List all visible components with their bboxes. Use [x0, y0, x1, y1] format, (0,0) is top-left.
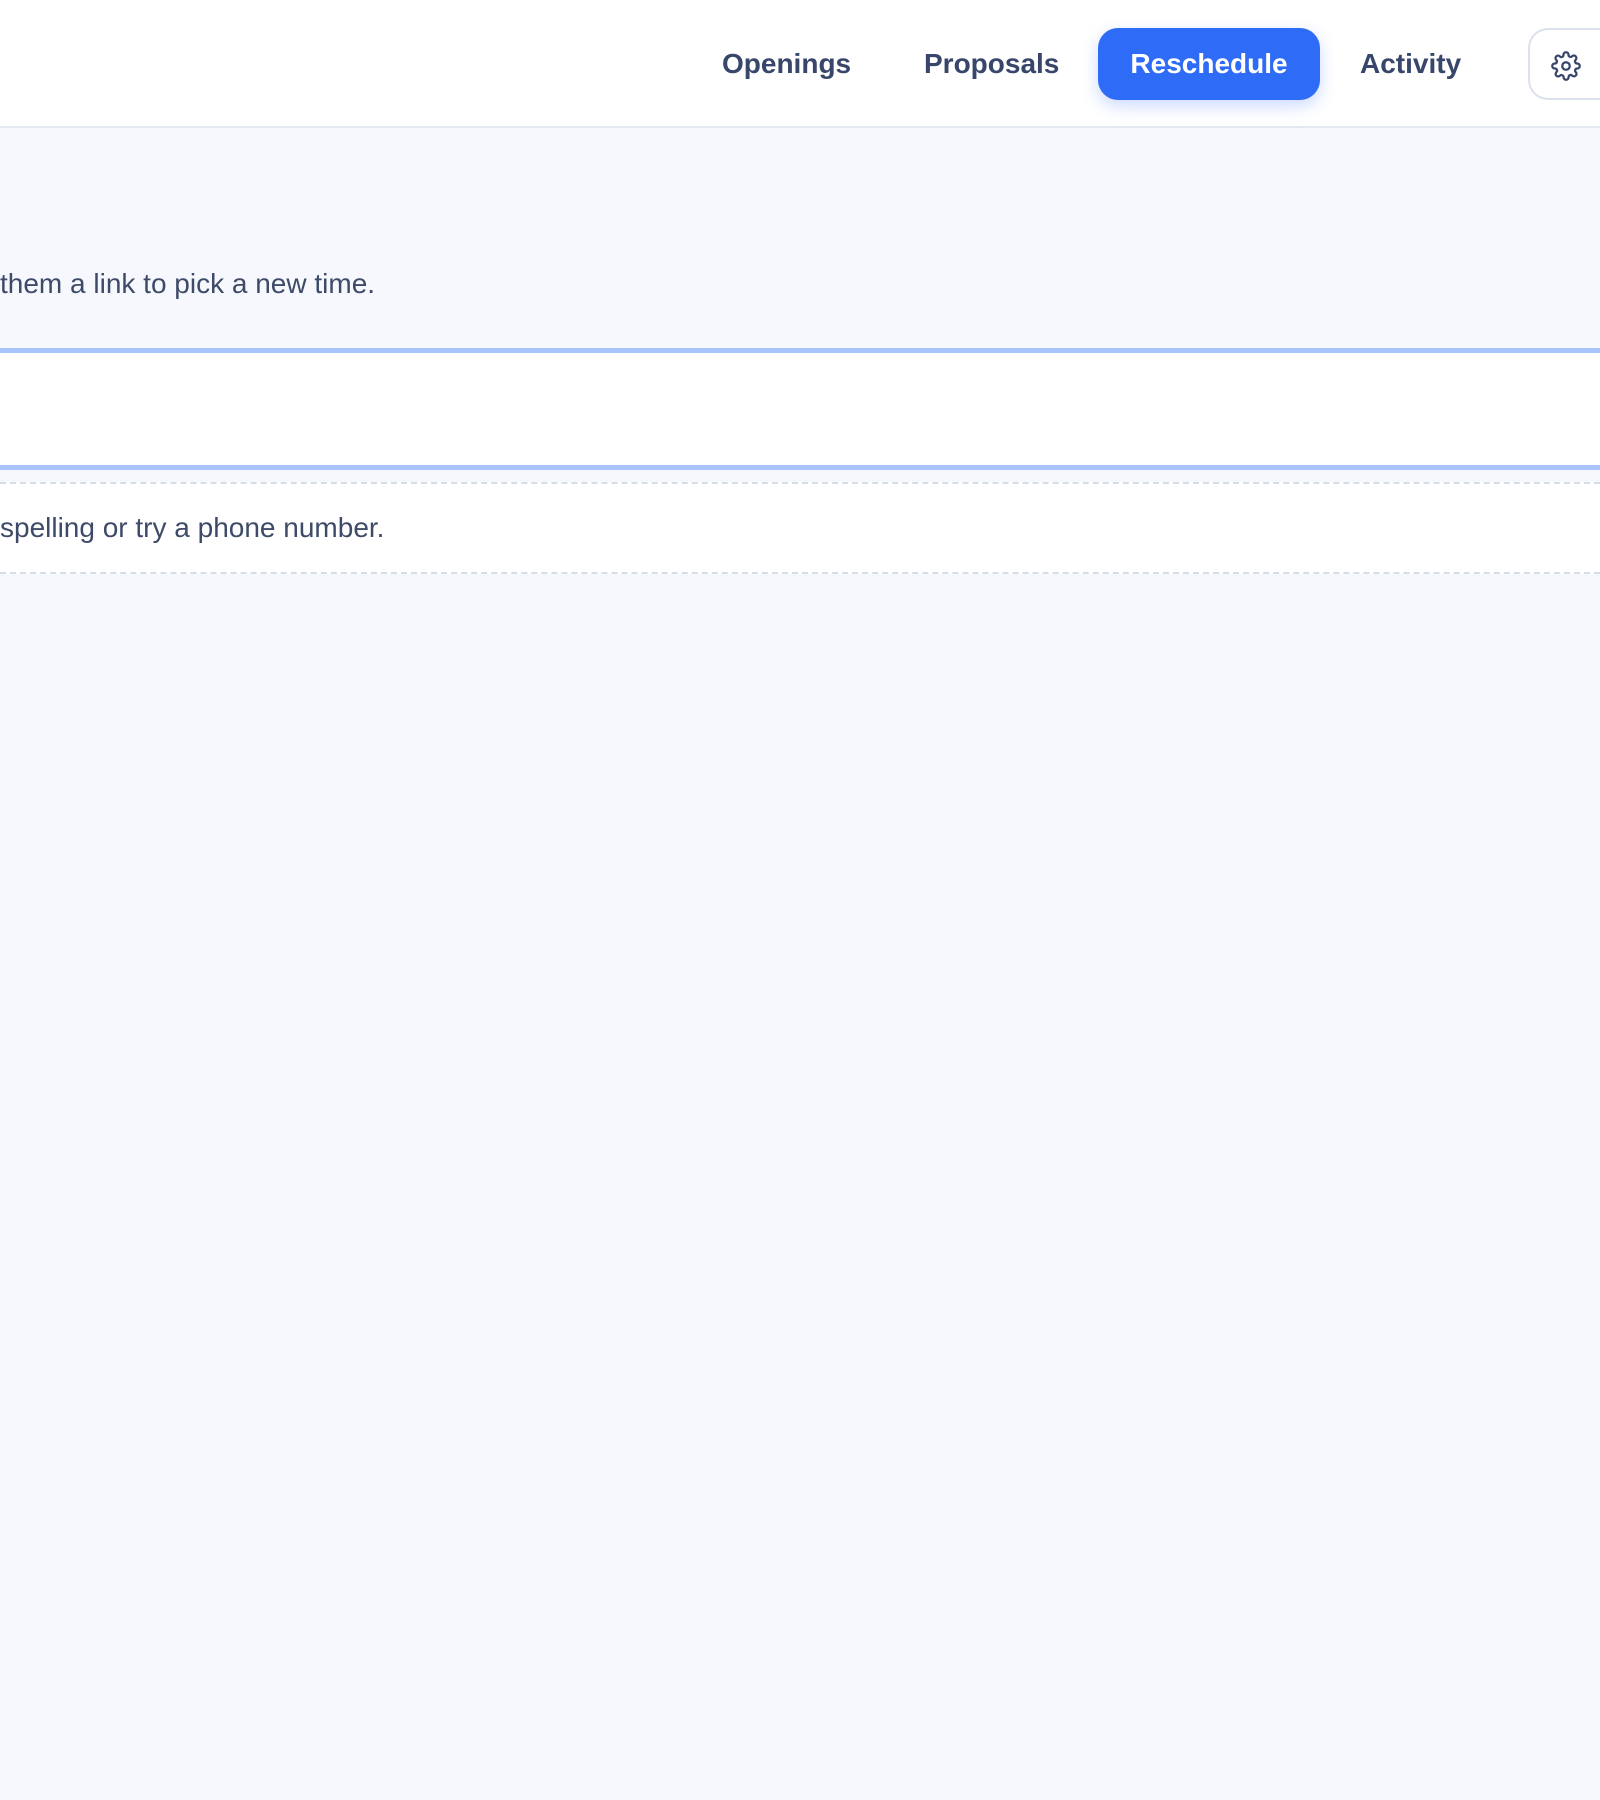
client-search-box[interactable]	[0, 348, 1600, 470]
no-results-message: spelling or try a phone number.	[0, 482, 1600, 574]
gear-icon	[1551, 51, 1581, 81]
tab-openings[interactable]: Openings	[690, 28, 883, 100]
tab-activity[interactable]: Activity	[1328, 28, 1493, 100]
settings-button[interactable]	[1528, 28, 1600, 100]
tab-proposals[interactable]: Proposals	[892, 28, 1091, 100]
top-nav-bar: Openings Proposals Reschedule Activity	[0, 0, 1600, 128]
reschedule-intro-text: them a link to pick a new time.	[0, 268, 376, 299]
no-results-hint: spelling or try a phone number.	[0, 512, 385, 543]
client-search-input[interactable]	[0, 353, 1600, 465]
tab-reschedule[interactable]: Reschedule	[1098, 28, 1320, 100]
